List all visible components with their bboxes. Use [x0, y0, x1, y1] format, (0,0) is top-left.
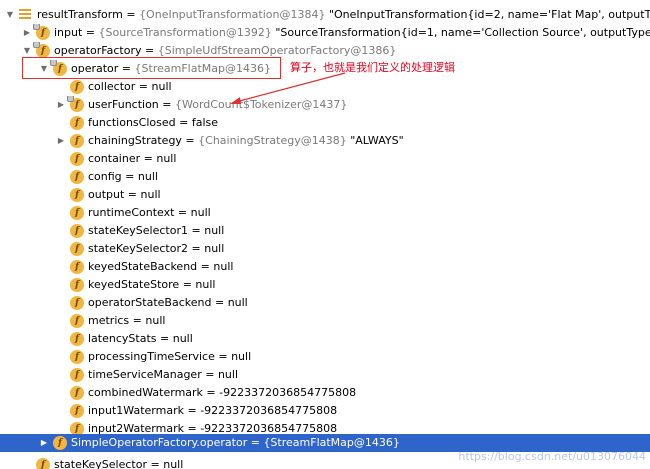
annotation-text: 算子，也就是我们定义的处理逻辑 — [290, 61, 455, 74]
watermark: https://blog.csdn.net/u013076044 — [458, 450, 646, 463]
